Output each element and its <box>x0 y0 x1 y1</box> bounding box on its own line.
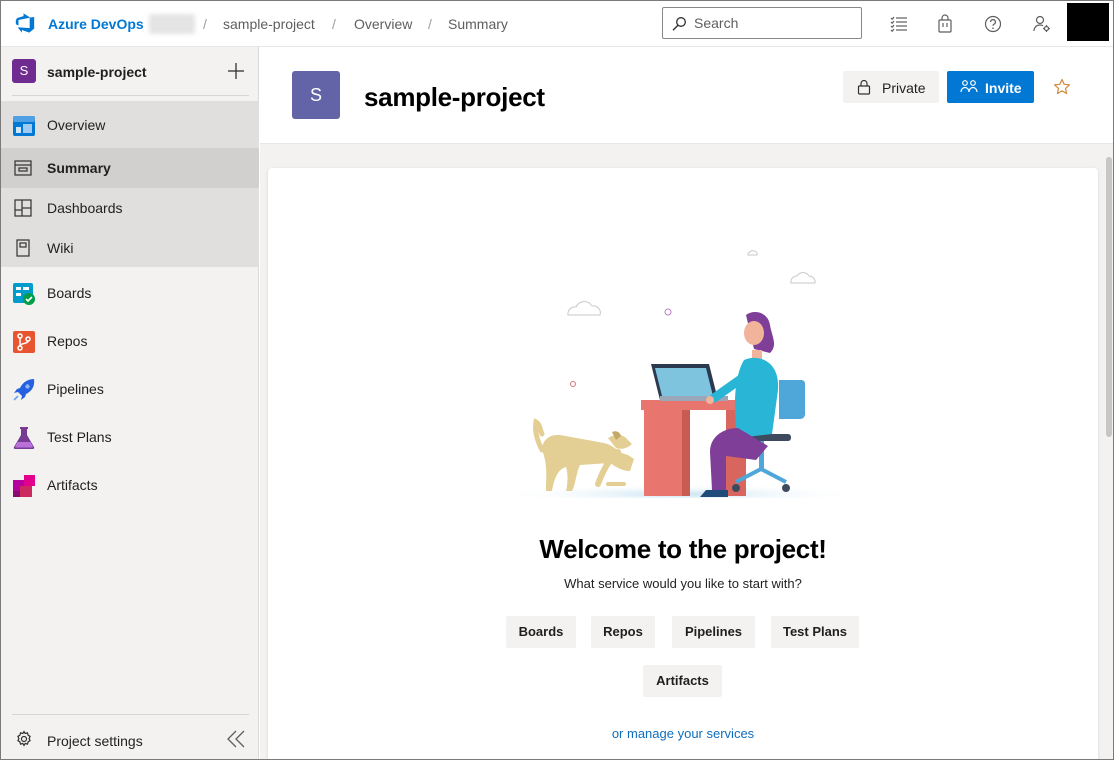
main-content: S sample-project Private Invite Welcome … <box>260 47 1113 759</box>
vertical-scrollbar[interactable] <box>1106 157 1112 437</box>
brand-name[interactable]: Azure DevOps <box>48 16 144 32</box>
overview-icon <box>13 116 35 136</box>
welcome-subtitle: What service would you like to start wit… <box>564 576 802 591</box>
search-box[interactable] <box>662 7 862 39</box>
sidebar-item-label: Summary <box>47 160 111 176</box>
welcome-card: Welcome to the project! What service wou… <box>268 168 1098 759</box>
sidebar-item-dashboards[interactable]: Dashboards <box>1 188 259 228</box>
project-avatar[interactable]: S <box>12 59 36 83</box>
sidebar-item-label: Pipelines <box>47 381 104 397</box>
page-title: sample-project <box>364 82 545 112</box>
private-label: Private <box>882 80 926 96</box>
repos-icon <box>13 331 35 353</box>
plus-icon[interactable] <box>226 61 246 81</box>
boards-icon <box>13 283 35 305</box>
project-settings-button[interactable]: Project settings <box>1 721 211 757</box>
breadcrumb-separator: / <box>428 16 432 32</box>
pipelines-icon <box>13 379 35 401</box>
breadcrumb-separator: / <box>332 16 336 32</box>
sidebar-item-summary[interactable]: Summary <box>1 148 259 188</box>
user-settings-icon[interactable] <box>1032 14 1052 34</box>
breadcrumb-summary[interactable]: Summary <box>448 16 508 32</box>
welcome-illustration <box>496 250 866 498</box>
manage-services-link[interactable]: or manage your services <box>268 726 1098 741</box>
service-pipelines-button[interactable]: Pipelines <box>672 616 755 648</box>
search-input[interactable] <box>694 14 854 32</box>
service-artifacts-button[interactable]: Artifacts <box>643 665 722 697</box>
sidebar-item-label: Artifacts <box>47 477 98 493</box>
sidebar-item-label: Test Plans <box>47 429 112 445</box>
dashboards-icon <box>14 199 32 217</box>
project-header: S sample-project <box>1 47 259 97</box>
divider <box>12 714 249 715</box>
project-avatar-large: S <box>292 71 340 119</box>
marketplace-bag-icon[interactable] <box>935 14 955 34</box>
collapse-sidebar-icon[interactable] <box>225 728 247 750</box>
top-bar: Azure DevOps / sample-project / Overview… <box>1 1 1113 47</box>
sidebar-item-wiki[interactable]: Wiki <box>1 228 259 268</box>
add-people-icon <box>960 80 978 93</box>
sidebar-item-test-plans[interactable]: Test Plans <box>1 417 259 457</box>
wiki-icon <box>16 239 30 257</box>
sidebar-item-pipelines[interactable]: Pipelines <box>1 369 259 409</box>
private-button[interactable]: Private <box>843 71 939 103</box>
sidebar-item-label: Dashboards <box>47 200 123 216</box>
sidebar-item-overview[interactable]: Overview <box>1 105 259 145</box>
search-icon <box>672 17 686 31</box>
invite-button[interactable]: Invite <box>947 71 1034 103</box>
help-icon[interactable] <box>983 14 1003 34</box>
sidebar-item-artifacts[interactable]: Artifacts <box>1 465 259 505</box>
breadcrumb-separator: / <box>203 16 207 32</box>
breadcrumb-project[interactable]: sample-project <box>223 16 315 32</box>
sidebar-item-boards[interactable]: Boards <box>1 273 259 313</box>
organization-name-redacted[interactable] <box>149 14 195 34</box>
test-plans-icon <box>13 427 35 449</box>
service-test-plans-button[interactable]: Test Plans <box>771 616 859 648</box>
breadcrumb-overview[interactable]: Overview <box>354 16 412 32</box>
sidebar-item-label: Repos <box>47 333 88 349</box>
sidebar: S sample-project Overview Summary Dashbo… <box>1 47 259 759</box>
project-name[interactable]: sample-project <box>47 64 147 80</box>
service-repos-button[interactable]: Repos <box>591 616 655 648</box>
project-settings-label: Project settings <box>47 733 143 749</box>
favorite-star-icon[interactable] <box>1053 78 1071 96</box>
sidebar-item-label: Overview <box>47 117 106 133</box>
welcome-title: Welcome to the project! <box>539 534 827 564</box>
sidebar-item-label: Boards <box>47 285 92 301</box>
invite-label: Invite <box>985 80 1022 96</box>
gear-icon <box>17 730 31 747</box>
work-items-icon[interactable] <box>889 14 909 34</box>
app-window: Azure DevOps / sample-project / Overview… <box>0 0 1114 760</box>
artifacts-icon <box>13 475 35 497</box>
service-boards-button[interactable]: Boards <box>506 616 576 648</box>
divider <box>12 95 249 96</box>
sidebar-item-repos[interactable]: Repos <box>1 321 259 361</box>
summary-icon <box>14 160 32 176</box>
azure-devops-logo-icon[interactable] <box>14 12 36 34</box>
user-avatar[interactable] <box>1067 3 1109 41</box>
sidebar-item-label: Wiki <box>47 240 74 256</box>
lock-icon <box>857 79 871 95</box>
project-header-bar: S sample-project Private Invite <box>260 47 1113 144</box>
